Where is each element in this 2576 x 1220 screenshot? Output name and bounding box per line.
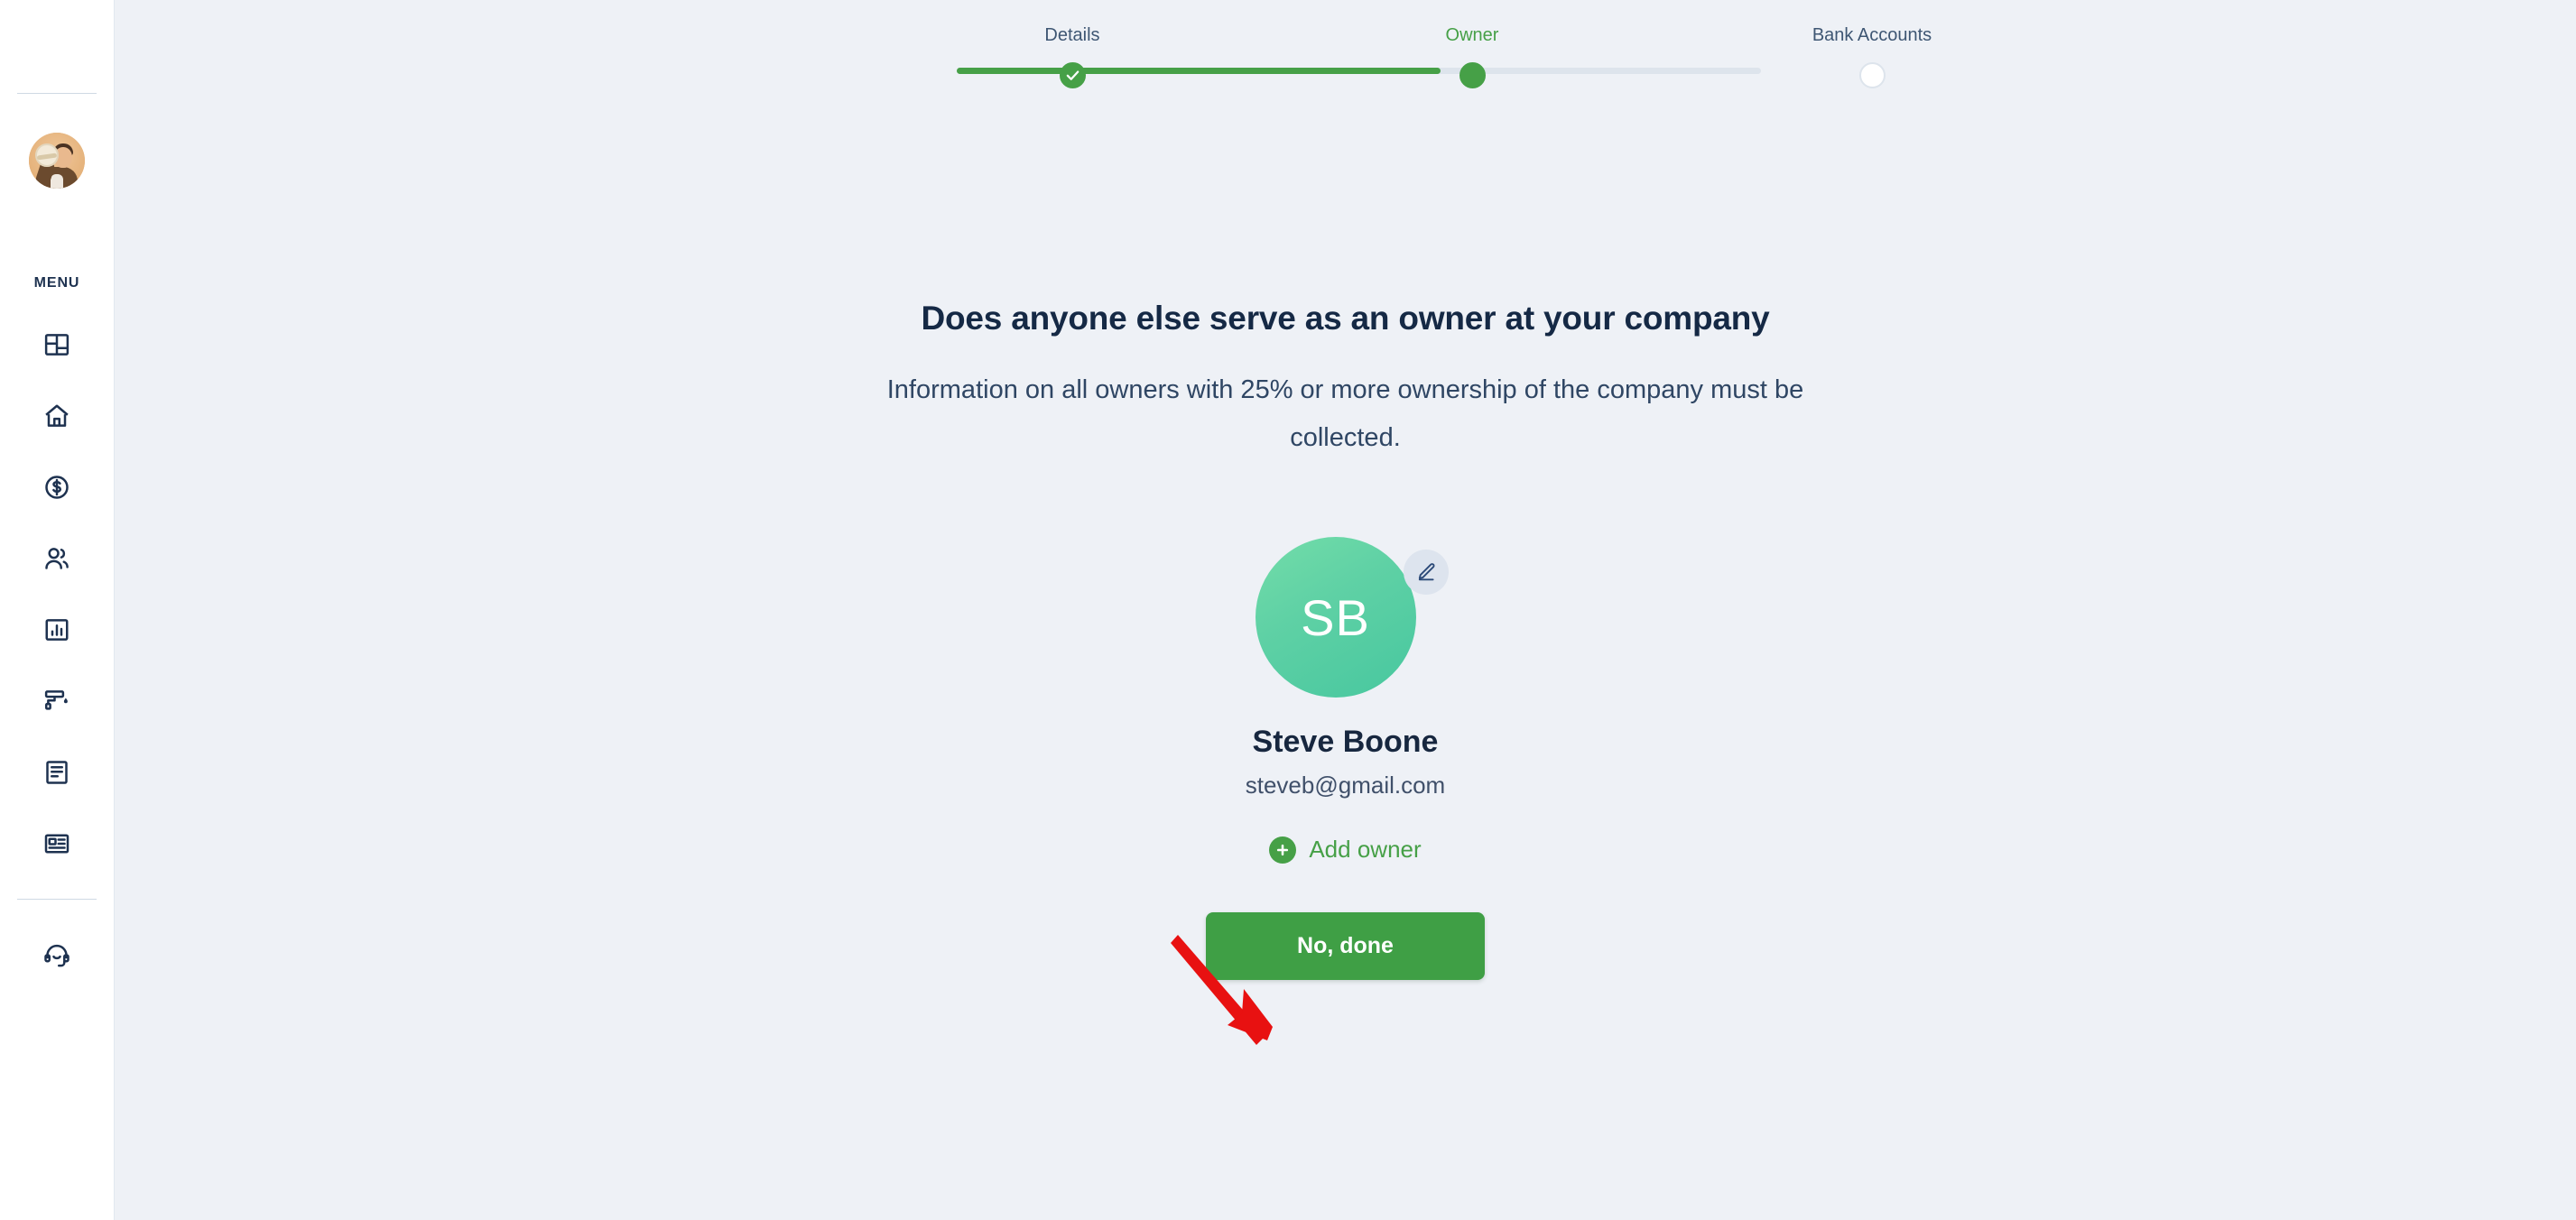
stepper-node-owner[interactable] [1459,62,1486,88]
add-owner-button[interactable]: Add owner [1269,836,1422,864]
news-card-icon [43,830,70,857]
stepper-step-label: Bank Accounts [1812,25,1932,45]
sidebar-divider-bottom [17,899,97,900]
sidebar-item-news[interactable] [0,808,115,879]
dashboard-grid-icon [43,331,70,358]
add-owner-label: Add owner [1309,836,1422,863]
stepper-node-bank-accounts[interactable] [1858,62,1886,88]
sidebar-item-home[interactable] [0,380,115,451]
avatar-shirt [51,174,63,189]
progress-stepper: Details Owner Bank Accounts [115,0,2576,108]
stepper-step-bank-accounts[interactable]: Bank Accounts [1764,0,1980,88]
sidebar-support-group [0,920,115,991]
headset-icon [43,942,70,969]
sidebar-item-support[interactable] [0,920,115,991]
stepper-step-owner[interactable]: Owner [1364,0,1580,88]
stepper-step-label: Owner [1445,25,1499,45]
sidebar-divider-top [17,93,97,94]
edit-owner-button[interactable] [1403,550,1449,595]
sidebar-item-reports[interactable] [0,594,115,665]
dollar-circle-icon [43,474,70,501]
plus-circle-icon [1269,836,1297,864]
sidebar-item-payments[interactable] [0,451,115,522]
owner-avatar-row: SB [1228,537,1463,698]
pencil-icon [1415,561,1437,583]
owner-avatar: SB [1255,537,1416,698]
sidebar-icon-list [0,309,115,879]
owner-card: SB Steve Boone steveb@gmail.com Add owne… [1206,537,1485,980]
home-icon [43,402,70,430]
main-content: Details Owner Bank Accounts Does anyone … [115,0,2576,1220]
people-icon [43,545,70,572]
stepper-step-label: Details [1044,25,1100,45]
document-icon [43,759,70,786]
sidebar-item-contacts[interactable] [0,522,115,594]
page-title: Does anyone else serve as an owner at yo… [921,300,1770,337]
paint-roller-icon [43,688,70,715]
check-icon [1065,68,1080,83]
sidebar-item-dashboard[interactable] [0,309,115,380]
bar-chart-icon [43,616,70,643]
page-subtitle: Information on all owners with 25% or mo… [886,375,1804,452]
avatar[interactable] [29,133,85,189]
stepper-step-details[interactable]: Details [964,0,1181,88]
sidebar: MENU [0,0,115,1220]
owner-step-content: Does anyone else serve as an owner at yo… [115,298,2576,980]
no-done-button[interactable]: No, done [1206,912,1485,980]
owner-email: steveb@gmail.com [1245,772,1446,799]
sidebar-item-documents[interactable] [0,736,115,808]
menu-label: MENU [33,275,80,291]
sidebar-item-branding[interactable] [0,665,115,736]
owner-name: Steve Boone [1252,725,1439,759]
stepper-node-details[interactable] [1059,62,1086,88]
